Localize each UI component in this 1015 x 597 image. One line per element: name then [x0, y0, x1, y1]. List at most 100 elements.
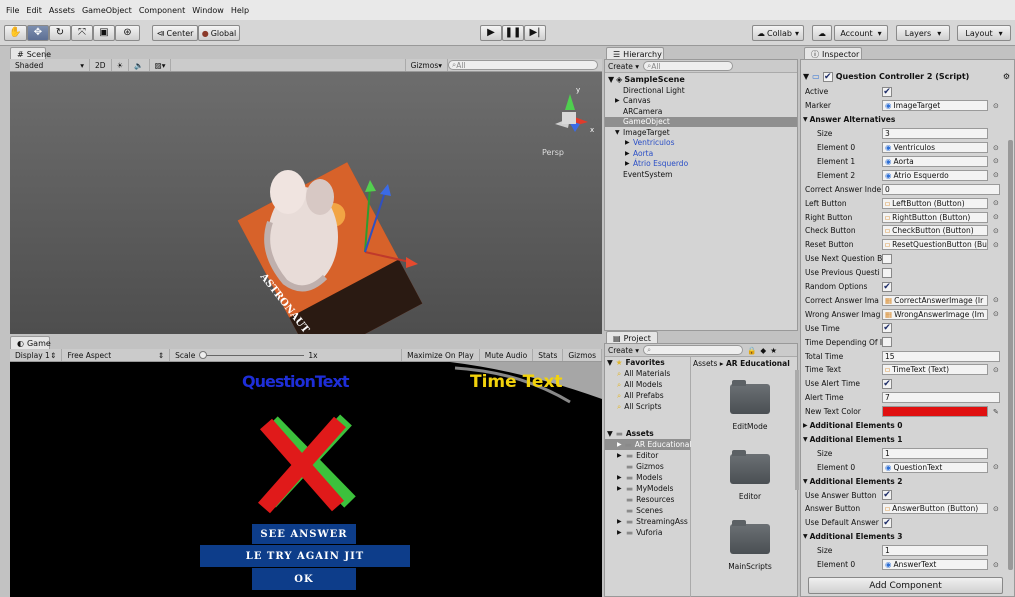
- asset-folder-item[interactable]: ▬ Resources: [605, 494, 690, 505]
- rect-tool-button[interactable]: ▣: [93, 25, 115, 41]
- lighting-toggle[interactable]: ☀: [112, 59, 130, 71]
- move-tool-button[interactable]: ✥: [27, 25, 49, 41]
- property-checkbox[interactable]: ✔: [882, 378, 892, 389]
- scene-gizmos-dropdown[interactable]: Gizmos ▾: [404, 59, 448, 71]
- inspector-row[interactable]: ▼ Additional Elements 2: [803, 474, 1008, 488]
- object-reference-field[interactable]: ▫ ResetQuestionButton (Bu: [882, 239, 988, 251]
- property-checkbox[interactable]: ✔: [882, 517, 892, 528]
- menu-assets[interactable]: Assets: [49, 6, 75, 15]
- favorite-item[interactable]: ⌕ All Scripts: [605, 401, 690, 412]
- object-reference-field[interactable]: ▫ TimeText (Text): [882, 364, 988, 376]
- property-checkbox[interactable]: [882, 253, 892, 264]
- inspector-row[interactable]: ▼ Additional Elements 3: [803, 530, 1008, 544]
- object-reference-field[interactable]: ▫ CheckButton (Button): [882, 225, 988, 237]
- folder-tile[interactable]: Editor: [715, 450, 785, 524]
- folder-tile[interactable]: MainScripts: [715, 520, 785, 594]
- object-picker-icon[interactable]: ⊙: [993, 199, 999, 207]
- expand-arrow-icon[interactable]: ▶: [615, 97, 623, 104]
- object-picker-icon[interactable]: ⊙: [993, 102, 999, 110]
- eyedropper-icon[interactable]: ✎: [993, 408, 999, 416]
- property-field[interactable]: 1: [882, 447, 988, 459]
- object-picker-icon[interactable]: ⊙: [993, 144, 999, 152]
- object-picker-icon[interactable]: ⊙: [993, 463, 999, 471]
- expand-arrow-icon[interactable]: ▶: [617, 529, 623, 536]
- collab-button[interactable]: ☁ Collab ▾: [752, 25, 804, 41]
- object-reference-field[interactable]: ▦ WrongAnswerImage (Im: [882, 308, 988, 320]
- asset-folder-item[interactable]: ▶ ▬ AR Educational: [605, 439, 691, 450]
- hierarchy-item[interactable]: ARCamera: [605, 106, 797, 117]
- shading-dropdown[interactable]: Shaded ▾: [10, 59, 90, 71]
- lock-icon[interactable]: 🔒: [747, 346, 756, 355]
- expand-arrow-icon[interactable]: ▼: [803, 116, 808, 123]
- layers-dropdown[interactable]: Layers ▾: [896, 25, 950, 41]
- hierarchy-create-button[interactable]: Create ▾: [608, 62, 639, 71]
- settings-gear-icon[interactable]: ⚙: [1003, 72, 1010, 81]
- stats-toggle[interactable]: Stats: [533, 349, 564, 361]
- breadcrumb-root[interactable]: Assets: [693, 359, 717, 368]
- project-scrollbar[interactable]: [795, 370, 799, 490]
- asset-folder-item[interactable]: ▬ Gizmos: [605, 461, 690, 472]
- property-field[interactable]: 1: [882, 545, 988, 557]
- menu-file[interactable]: File: [6, 6, 19, 15]
- expand-arrow-icon[interactable]: ▼: [803, 533, 808, 540]
- color-swatch-field[interactable]: [882, 406, 988, 418]
- object-reference-field[interactable]: ▦ CorrectAnswerImage (Ir: [882, 294, 988, 306]
- space-global-button[interactable]: ● Global: [198, 25, 240, 41]
- asset-folder-item[interactable]: ▶ ▬ Models: [605, 472, 690, 483]
- inspector-row[interactable]: ▶ Additional Elements 0: [803, 419, 1008, 433]
- expand-arrow-icon[interactable]: ▶: [625, 139, 633, 146]
- expand-arrow-icon[interactable]: ▶: [617, 485, 623, 492]
- rotate-tool-button[interactable]: ↻: [49, 25, 71, 41]
- favorites-header[interactable]: ▼ ★ Favorites: [605, 357, 690, 368]
- see-answer-button[interactable]: SEE ANSWER: [252, 524, 356, 544]
- expand-arrow-icon[interactable]: ▼: [615, 129, 623, 136]
- pivot-center-button[interactable]: ⧏ Center: [152, 25, 198, 41]
- favorite-item[interactable]: ⌕ All Prefabs: [605, 390, 690, 401]
- menu-gameobject[interactable]: GameObject: [82, 6, 132, 15]
- object-picker-icon[interactable]: ⊙: [993, 227, 999, 235]
- scene-search-input[interactable]: ⌕ All: [448, 60, 598, 70]
- property-checkbox[interactable]: [882, 337, 892, 348]
- scale-slider[interactable]: [199, 350, 305, 359]
- account-dropdown[interactable]: Account ▾: [834, 25, 888, 41]
- inspector-row[interactable]: ▼ Answer Alternatives: [803, 113, 1008, 127]
- play-button[interactable]: ▶: [480, 25, 502, 41]
- scene-viewport[interactable]: y x Persp ASTRONAUT: [10, 72, 602, 334]
- object-picker-icon[interactable]: ⊙: [993, 366, 999, 374]
- expand-arrow-icon[interactable]: ▼: [803, 478, 808, 485]
- try-again-button[interactable]: LE TRY AGAIN JIT: [200, 545, 410, 567]
- transform-tool-button[interactable]: ⊛: [115, 25, 140, 41]
- effects-dropdown[interactable]: ▨ ▾: [150, 59, 172, 71]
- expand-arrow-icon[interactable]: ▼: [803, 436, 808, 443]
- hand-tool-button[interactable]: ✋: [4, 25, 27, 41]
- layout-dropdown[interactable]: Layout ▾: [957, 25, 1011, 41]
- object-reference-field[interactable]: ◉ ImageTarget: [882, 100, 988, 112]
- object-reference-field[interactable]: ◉ Aorta: [882, 155, 988, 167]
- expand-arrow-icon[interactable]: ▶: [625, 160, 633, 167]
- property-checkbox[interactable]: [882, 267, 892, 278]
- maximize-on-play-toggle[interactable]: Maximize On Play: [401, 349, 480, 361]
- display-dropdown[interactable]: Display 1 ⇕: [10, 349, 63, 361]
- folder-tile[interactable]: EditMode: [715, 380, 785, 454]
- expand-arrow-icon[interactable]: ▶: [617, 441, 622, 448]
- object-picker-icon[interactable]: ⊙: [993, 505, 999, 513]
- property-field[interactable]: 15: [882, 350, 1000, 362]
- project-create-button[interactable]: Create ▾: [608, 346, 639, 355]
- hierarchy-scene-row[interactable]: ▼ ◈ SampleScene: [605, 73, 797, 85]
- favorite-item[interactable]: ⌕ All Materials: [605, 368, 690, 379]
- object-reference-field[interactable]: ◉ Átrio Esquerdo: [882, 169, 988, 181]
- step-button[interactable]: ▶|: [524, 25, 546, 41]
- property-checkbox[interactable]: ✔: [882, 323, 892, 334]
- object-picker-icon[interactable]: ⊙: [993, 310, 999, 318]
- breadcrumb-current[interactable]: AR Educational: [726, 359, 790, 368]
- asset-folder-item[interactable]: ▶ ▬ Vuforia: [605, 527, 690, 538]
- property-field[interactable]: 0: [882, 183, 1000, 195]
- inspector-scrollbar[interactable]: [1008, 140, 1013, 570]
- expand-arrow-icon[interactable]: ▶: [617, 452, 623, 459]
- property-checkbox[interactable]: ✔: [882, 86, 892, 97]
- tag-icon[interactable]: ◆: [760, 346, 766, 355]
- object-reference-field[interactable]: ▫ RightButton (Button): [882, 211, 988, 223]
- expand-arrow-icon[interactable]: ▶: [625, 150, 633, 157]
- property-field[interactable]: 3: [882, 128, 988, 140]
- 2d-toggle[interactable]: 2D: [90, 59, 112, 71]
